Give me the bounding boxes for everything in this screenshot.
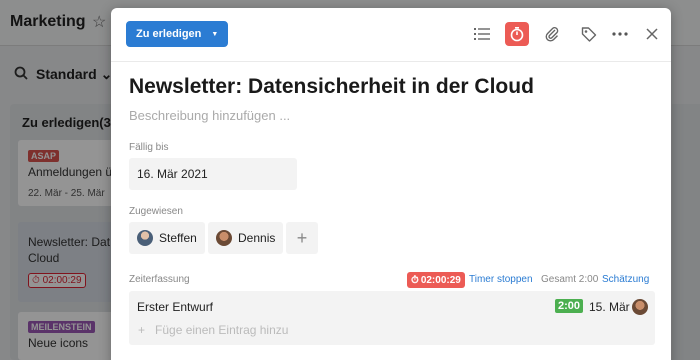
assignee-name: Steffen (159, 231, 197, 245)
total-time: Gesamt 2:00 (541, 274, 599, 285)
assigned-label: Zugewiesen (129, 206, 183, 217)
assignee-chip[interactable]: Steffen (129, 222, 205, 254)
avatar (632, 299, 648, 315)
assignee-chip[interactable]: Dennis (208, 222, 284, 254)
running-timer-badge: ⏱ 02:00:29 (407, 272, 465, 288)
time-tracking-label: Zeiterfassung (129, 274, 190, 285)
description-field[interactable]: Beschreibung hinzufügen ... (129, 108, 290, 123)
task-detail-modal: Zu erledigen ▼ Newsletter: Datensicherhe… (111, 8, 671, 360)
add-entry-placeholder: Füge einen Eintrag hinzu (155, 323, 289, 337)
paperclip-icon[interactable] (540, 22, 564, 46)
assignee-name: Dennis (238, 231, 276, 245)
status-dropdown[interactable]: Zu erledigen ▼ (126, 21, 229, 47)
checklist-icon[interactable] (470, 22, 494, 46)
time-entry-name[interactable]: Erster Entwurf (137, 300, 213, 314)
task-title[interactable]: Newsletter: Datensicherheit in der Cloud (129, 75, 534, 99)
avatar (216, 230, 232, 246)
running-timer-value: 02:00:29 (420, 274, 461, 286)
more-icon[interactable] (608, 22, 632, 46)
chevron-down-icon: ▼ (211, 30, 219, 38)
stopwatch-icon[interactable] (505, 22, 529, 46)
plus-icon: + (138, 323, 146, 337)
status-label: Zu erledigen (136, 28, 202, 40)
add-assignee-button[interactable]: + (286, 222, 318, 254)
due-label: Fällig bis (129, 142, 169, 153)
add-entry-field[interactable]: + Füge einen Eintrag hinzu (138, 323, 288, 337)
tag-icon[interactable] (577, 22, 601, 46)
stop-timer-link[interactable]: Timer stoppen (469, 274, 533, 285)
stopwatch-icon: ⏱ (411, 274, 419, 286)
time-entry-duration: 2:00 (555, 299, 584, 313)
time-entry-date: 15. Mär (589, 300, 630, 314)
avatar (137, 230, 153, 246)
close-icon[interactable] (640, 22, 664, 46)
due-date-field[interactable]: 16. Mär 2021 (129, 158, 297, 190)
estimate-link[interactable]: Schätzung (602, 274, 649, 285)
